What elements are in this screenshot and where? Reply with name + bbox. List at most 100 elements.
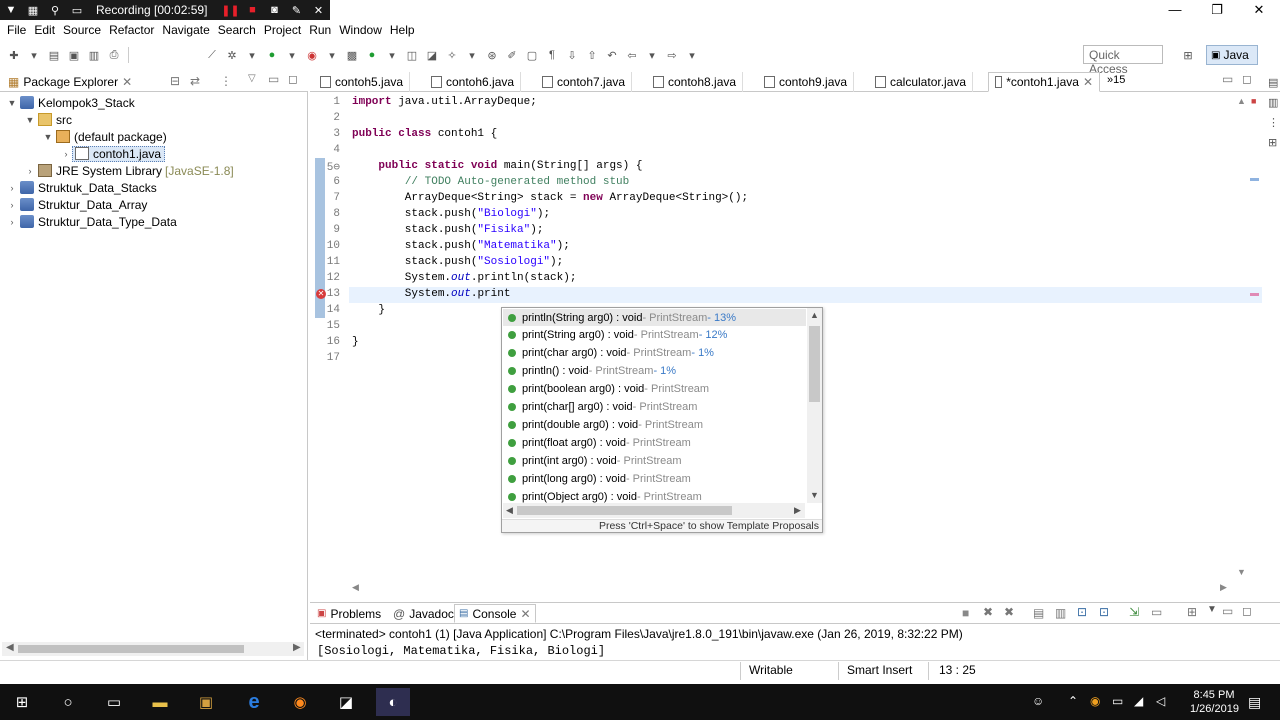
tab-contoh8[interactable]: contoh8.java bbox=[647, 72, 744, 92]
forward-dropdown-icon[interactable]: ▾ bbox=[683, 47, 701, 63]
close-icon[interactable]: ✕ bbox=[520, 607, 530, 621]
new-icon[interactable]: ✚ bbox=[5, 47, 23, 63]
tab-contoh9[interactable]: contoh9.java bbox=[758, 72, 855, 92]
new-class-dropdown-icon[interactable]: ▾ bbox=[383, 47, 401, 63]
show-stdout-icon[interactable]: ⊡ bbox=[1077, 605, 1087, 619]
external-tools-dropdown-icon[interactable]: ▾ bbox=[323, 47, 341, 63]
expand-icon[interactable]: › bbox=[6, 183, 18, 193]
filter-icon[interactable]: ⋮ bbox=[220, 74, 232, 88]
view-menu-icon[interactable]: ▽ bbox=[248, 73, 256, 84]
code-line-12[interactable]: System.out.println(stack); bbox=[352, 272, 577, 284]
menu-source[interactable]: Source bbox=[63, 23, 101, 37]
overview-marker[interactable] bbox=[1250, 293, 1259, 296]
stop-icon[interactable]: ■ bbox=[244, 2, 260, 18]
save-all-icon[interactable]: ▥ bbox=[85, 47, 103, 63]
code-line-5[interactable]: public static void main(String[] args) { bbox=[352, 160, 642, 172]
minimize-button[interactable]: — bbox=[1154, 0, 1196, 20]
tab-overflow[interactable]: »15 bbox=[1107, 74, 1125, 86]
menu-window[interactable]: Window bbox=[339, 23, 382, 37]
debug-dropdown-icon[interactable]: ▾ bbox=[243, 47, 261, 63]
hierarchy-icon[interactable]: ⋮ bbox=[1268, 116, 1279, 129]
mark-occurrences-icon[interactable]: ⊛ bbox=[483, 47, 501, 63]
firefox-icon[interactable]: ◉ bbox=[286, 688, 314, 716]
scrollbar-thumb[interactable] bbox=[809, 326, 820, 402]
menu-down-icon[interactable]: ▼ bbox=[3, 2, 19, 18]
zoom-icon[interactable]: ⚲ bbox=[47, 2, 63, 18]
tab-calculator[interactable]: calculator.java bbox=[869, 72, 974, 92]
close-icon[interactable]: ✕ bbox=[122, 75, 132, 89]
code-line-1[interactable]: import java.util.ArrayDeque; bbox=[352, 96, 537, 108]
task-list-icon[interactable]: ▥ bbox=[1268, 96, 1278, 109]
open-task-icon[interactable]: ◪ bbox=[423, 47, 441, 63]
overview-marker[interactable] bbox=[1250, 178, 1259, 181]
debug-icon[interactable]: ✲ bbox=[223, 47, 241, 63]
window-icon[interactable]: ▭ bbox=[69, 2, 85, 18]
proposal-item[interactable]: print(int arg0) : void - PrintStream bbox=[503, 452, 806, 469]
expand-icon[interactable]: › bbox=[24, 166, 36, 176]
menu-search[interactable]: Search bbox=[218, 23, 256, 37]
next-annotation-icon[interactable]: ⇩ bbox=[563, 47, 581, 63]
camera-icon[interactable]: ◙ bbox=[266, 2, 282, 18]
proposal-item[interactable]: print(String arg0) : void - PrintStream … bbox=[503, 327, 806, 344]
package-explorer-tab[interactable]: ▦ Package Explorer ✕ bbox=[2, 72, 138, 92]
close-icon[interactable]: ✕ bbox=[1083, 75, 1093, 89]
tree-item-jre[interactable]: › JRE System Library [JavaSE-1.8] bbox=[24, 162, 234, 179]
scroll-down-icon[interactable]: ▼ bbox=[810, 490, 819, 500]
tray-app-icon[interactable]: ◉ bbox=[1090, 694, 1100, 708]
code-line-9[interactable]: stack.push("Fisika"); bbox=[352, 224, 544, 236]
display-console-icon[interactable]: ▭ bbox=[1151, 605, 1162, 619]
view-menu-icon[interactable]: ▼ bbox=[1207, 604, 1217, 615]
open-console-icon[interactable]: ⊞ bbox=[1187, 605, 1197, 619]
remove-launch-icon[interactable]: ✖ bbox=[983, 605, 993, 619]
show-stderr-icon[interactable]: ⊡ bbox=[1099, 605, 1109, 619]
maximize-button[interactable]: ❐ bbox=[1196, 0, 1238, 20]
menu-run[interactable]: Run bbox=[309, 23, 331, 37]
forward-icon[interactable]: ⇨ bbox=[663, 47, 681, 63]
proposal-item[interactable]: print(char arg0) : void - PrintStream - … bbox=[503, 345, 806, 362]
open-icon[interactable]: ▤ bbox=[45, 47, 63, 63]
minimize-view-icon[interactable]: ▭ bbox=[268, 72, 279, 86]
expand-icon[interactable]: ▼ bbox=[6, 98, 18, 108]
scroll-left-icon[interactable]: ◀ bbox=[352, 582, 359, 593]
windows-start-icon[interactable]: ⊞ bbox=[8, 688, 36, 716]
close-icon[interactable]: ✕ bbox=[310, 2, 326, 18]
tab-contoh5[interactable]: contoh5.java bbox=[314, 72, 411, 92]
edge-icon[interactable]: e bbox=[240, 688, 268, 716]
block-selection-icon[interactable]: ▢ bbox=[523, 47, 541, 63]
menu-file[interactable]: File bbox=[7, 23, 26, 37]
link-editor-icon[interactable]: ⇄ bbox=[190, 74, 200, 88]
tray-expand-icon[interactable]: ⌃ bbox=[1068, 694, 1078, 708]
new-dropdown-icon[interactable]: ▾ bbox=[25, 47, 43, 63]
tab-contoh7[interactable]: contoh7.java bbox=[536, 72, 633, 92]
eclipse-icon[interactable]: ◐ bbox=[376, 688, 410, 716]
app-icon[interactable]: ▣ bbox=[192, 688, 220, 716]
tab-contoh6[interactable]: contoh6.java bbox=[425, 72, 522, 92]
open-perspective-icon[interactable]: ⊞ bbox=[1179, 47, 1197, 63]
tree-item-contoh1[interactable]: › contoh1.java bbox=[60, 145, 166, 162]
maximize-editor-icon[interactable]: ◻ bbox=[1242, 72, 1252, 86]
open-type-icon[interactable]: ◫ bbox=[403, 47, 421, 63]
scrollbar-thumb[interactable] bbox=[517, 506, 732, 515]
print-icon[interactable]: ⎙ bbox=[105, 47, 123, 63]
terminate-icon[interactable]: ■ bbox=[962, 606, 969, 620]
tab-javadoc[interactable]: @ Javadoc bbox=[389, 604, 458, 623]
code-line-11[interactable]: stack.push("Sosiologi"); bbox=[352, 256, 563, 268]
proposal-item[interactable]: print(double arg0) : void - PrintStream bbox=[503, 416, 806, 433]
minimize-view-icon[interactable]: ▭ bbox=[1222, 604, 1233, 618]
save-icon[interactable]: ▣ bbox=[65, 47, 83, 63]
quick-access-input[interactable]: Quick Access bbox=[1083, 45, 1163, 76]
proposal-item[interactable]: print(float arg0) : void - PrintStream bbox=[503, 434, 806, 451]
java-perspective-button[interactable]: ▣ Java bbox=[1206, 45, 1258, 65]
outline-view-icon[interactable]: ⊞ bbox=[1268, 136, 1277, 149]
scroll-down-icon[interactable]: ▼ bbox=[1237, 567, 1246, 577]
cortana-icon[interactable]: ○ bbox=[54, 688, 82, 716]
code-line-16[interactable]: } bbox=[352, 336, 359, 348]
people-icon[interactable]: ☺ bbox=[1032, 694, 1044, 708]
code-line-7[interactable]: ArrayDeque<String> stack = new ArrayDequ… bbox=[352, 192, 748, 204]
pin-console-icon[interactable]: ⇲ bbox=[1129, 605, 1139, 619]
show-whitespace-icon[interactable]: ¶ bbox=[543, 47, 561, 63]
last-edit-icon[interactable]: ↶ bbox=[603, 47, 621, 63]
tab-contoh1-active[interactable]: *contoh1.java ✕ bbox=[988, 72, 1100, 92]
close-button[interactable]: ✕ bbox=[1238, 0, 1280, 20]
tree-item-src[interactable]: ▼ src bbox=[24, 111, 72, 128]
